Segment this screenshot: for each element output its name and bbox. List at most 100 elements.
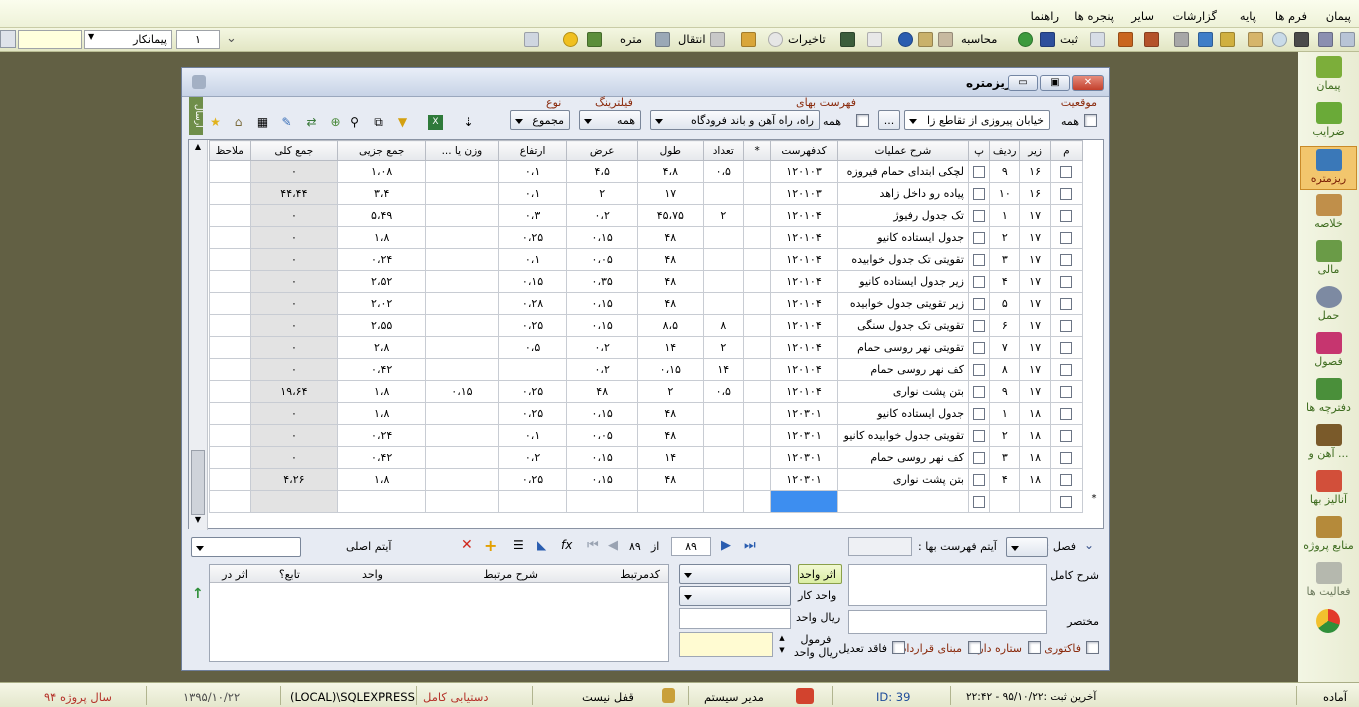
sidebar-item-contract[interactable]: پیمان <box>1300 54 1357 98</box>
cell-notes[interactable] <box>209 446 251 469</box>
info-icon[interactable] <box>898 32 913 47</box>
cell-length[interactable]: ۴،۸ <box>637 160 704 183</box>
cell-sub[interactable]: ۱۷ <box>1019 270 1051 293</box>
delays-button[interactable]: تاخیرات <box>788 32 826 46</box>
grid-cell[interactable] <box>702 490 744 513</box>
grid-header-cell[interactable]: * <box>742 140 772 161</box>
cell-row-number[interactable]: ۳ <box>989 446 1021 469</box>
cell-row-number[interactable]: ۴ <box>989 270 1021 293</box>
cell-sub[interactable]: ۱۸ <box>1019 402 1051 425</box>
cell-sub[interactable]: ۱۷ <box>1019 226 1051 249</box>
grid-checkbox-cell[interactable] <box>967 402 991 425</box>
list-icon[interactable] <box>867 32 882 47</box>
cell-count[interactable] <box>702 226 744 249</box>
add-row-icon[interactable]: ⊕ <box>327 114 344 131</box>
cell-notes[interactable] <box>209 182 251 205</box>
pie-chart-icon[interactable] <box>1316 609 1340 633</box>
cell-weight[interactable] <box>425 424 499 447</box>
sidebar-item-coefficients[interactable]: ضرایب <box>1300 100 1357 144</box>
expand-chevron-icon[interactable]: ⌄ <box>226 31 237 46</box>
transfer-button[interactable]: انتقال <box>678 32 706 46</box>
collapse-chevron-icon[interactable]: ⌄ <box>1084 538 1094 552</box>
cell-width[interactable]: ۰،۲ <box>566 204 639 227</box>
coins-icon[interactable] <box>563 32 578 47</box>
cell-height[interactable]: ۰،۲۵ <box>497 314 568 337</box>
save-icon[interactable] <box>1040 32 1055 47</box>
add-icon[interactable]: + <box>484 536 497 555</box>
cell-star[interactable] <box>742 160 772 183</box>
grid-checkbox-cell[interactable] <box>967 358 991 381</box>
table-row[interactable]: ۱۷ ۸ کف نهر روسی حمام ۱۲۰۱۰۴ ۱۴ ۰،۱۵ ۰،۲ ۰،۴۲ ۰ <box>209 358 1084 381</box>
up-arrow-icon[interactable]: ↑ <box>192 586 204 602</box>
cell-sub[interactable]: ۱۷ <box>1019 358 1051 381</box>
cell-description[interactable]: تقویتی تک جدول خوابیده <box>836 248 970 271</box>
sidebar-item-chapters[interactable]: فصول <box>1300 330 1357 374</box>
cell-row-number[interactable]: ۵ <box>989 292 1021 315</box>
cell-code[interactable]: ۱۲۰۳۰۱ <box>770 468 838 491</box>
row-checkbox[interactable] <box>1060 320 1073 332</box>
grid-cell[interactable] <box>637 490 704 513</box>
cell-sub[interactable]: ۱۸ <box>1019 424 1051 447</box>
row-checkbox[interactable] <box>1060 452 1073 464</box>
cell-width[interactable]: ۰،۲ <box>566 336 639 359</box>
grid-header-cell[interactable]: تعداد <box>702 140 744 161</box>
menu-item-help[interactable]: راهنما <box>1031 9 1059 23</box>
grid-cell[interactable] <box>1019 490 1051 513</box>
grid-cell[interactable] <box>836 490 970 513</box>
scroll-thumb[interactable] <box>191 450 205 515</box>
cell-description[interactable]: جدول ایستاده کانیو <box>836 402 970 425</box>
cell-partial-sum[interactable]: ۵،۴۹ <box>337 204 427 227</box>
row-checkbox[interactable] <box>973 166 986 178</box>
cell-weight[interactable] <box>425 160 499 183</box>
table-row[interactable]: ۱۸ ۱ جدول ایستاده کانیو ۱۲۰۳۰۱ ۴۸ ۰،۱۵ ۰،۲۵ ۱،۸… <box>209 402 1084 425</box>
location-all-checkbox[interactable] <box>1084 114 1097 127</box>
grid-checkbox-cell[interactable] <box>967 380 991 403</box>
grid-checkbox-cell[interactable] <box>1049 160 1084 183</box>
cell-total-sum[interactable]: ۰ <box>249 226 339 249</box>
grid-cell[interactable] <box>989 490 1021 513</box>
cell-weight[interactable] <box>425 446 499 469</box>
cell-count[interactable] <box>702 248 744 271</box>
grid-header-cell[interactable]: کدفهرست <box>770 140 838 161</box>
page-field[interactable]: ۸۹ <box>671 537 711 556</box>
cell-height[interactable]: ۰،۱۵ <box>497 270 568 293</box>
last-record-icon[interactable]: ⏭ <box>744 538 756 553</box>
cell-star[interactable] <box>742 336 772 359</box>
grid-checkbox-cell[interactable] <box>967 490 991 513</box>
grid-cell[interactable] <box>497 490 568 513</box>
no-adjustment-checkbox[interactable] <box>892 641 905 654</box>
season-select[interactable] <box>1006 537 1048 557</box>
chart-icon[interactable] <box>918 32 933 47</box>
invoice-checkbox[interactable] <box>1086 641 1099 654</box>
cell-row-number[interactable]: ۱۰ <box>989 182 1021 205</box>
record-field[interactable]: ۱ <box>176 30 220 49</box>
row-checkbox[interactable] <box>1060 342 1073 354</box>
next-record-icon[interactable]: ▶ <box>721 538 731 553</box>
grid-checkbox-cell[interactable] <box>1049 314 1084 337</box>
table-row[interactable]: ۱۸ ۳ کف نهر روسی حمام ۱۲۰۳۰۱ ۱۴ ۰،۱۵ ۰،۲ ۰،۴۲ ۰ <box>209 446 1084 469</box>
sort-icon[interactable]: ⇣ <box>460 114 477 131</box>
cell-notes[interactable] <box>209 380 251 403</box>
table-icon[interactable] <box>710 32 725 47</box>
cell-description[interactable]: کف نهر روسی حمام <box>836 358 970 381</box>
grid-checkbox-cell[interactable] <box>1049 468 1084 491</box>
prev-record-icon[interactable]: ◀ <box>608 538 618 553</box>
cell-height[interactable]: ۰،۵ <box>497 336 568 359</box>
table-row[interactable]: ۱۷ ۶ تقویتی تک جدول سنگی ۱۲۰۱۰۴ ۸ ۸،۵ ۰،۱۵ ۰،۲۵… <box>209 314 1084 337</box>
cell-weight[interactable] <box>425 204 499 227</box>
cell-row-number[interactable]: ۴ <box>989 468 1021 491</box>
filtering-select[interactable]: همه <box>579 110 641 130</box>
grid-checkbox-cell[interactable] <box>967 204 991 227</box>
row-checkbox[interactable] <box>973 452 986 464</box>
cell-description[interactable]: کف نهر روسی حمام <box>836 446 970 469</box>
cell-partial-sum[interactable]: ۱،۸ <box>337 402 427 425</box>
cell-length[interactable]: ۴۸ <box>637 226 704 249</box>
cell-length[interactable]: ۴۵،۷۵ <box>637 204 704 227</box>
cell-notes[interactable] <box>209 468 251 491</box>
cell-weight[interactable] <box>425 402 499 425</box>
cell-row-number[interactable]: ۹ <box>989 380 1021 403</box>
calculate-button[interactable]: محاسبه <box>961 32 997 46</box>
star-icon[interactable]: ★ <box>207 114 224 131</box>
edit-icon[interactable]: ✎ <box>278 114 295 131</box>
grid-checkbox-cell[interactable] <box>1049 292 1084 315</box>
